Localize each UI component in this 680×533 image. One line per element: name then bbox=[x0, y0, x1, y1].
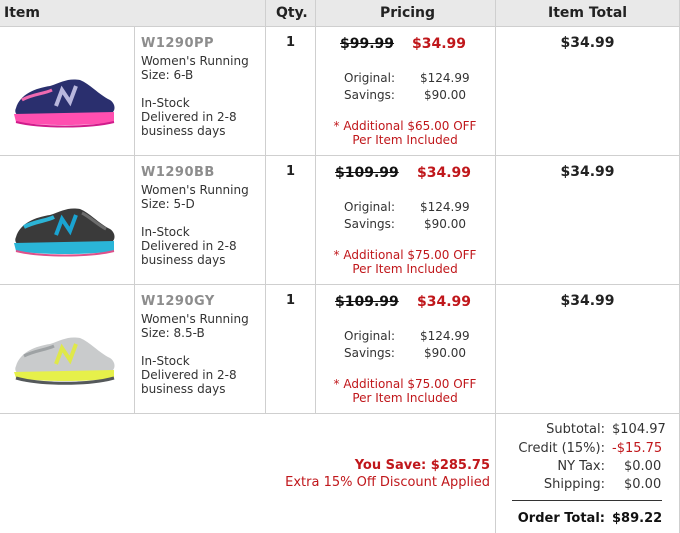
table-row: W1290GY Women's Running Size: 8.5-B In-S… bbox=[0, 285, 680, 413]
tax-label: NY Tax: bbox=[557, 459, 605, 474]
item-qty: 1 bbox=[286, 164, 296, 179]
old-price: $109.99 bbox=[335, 294, 399, 310]
item-delivery: Delivered in 2-8 bbox=[141, 110, 237, 124]
item-delivery-days: business days bbox=[141, 124, 226, 138]
item-stock-status: In-Stock bbox=[141, 354, 190, 368]
original-label: Original: bbox=[344, 200, 395, 214]
item-sku[interactable]: W1290PP bbox=[141, 36, 214, 51]
original-label: Original: bbox=[344, 329, 395, 343]
sale-price: $34.99 bbox=[417, 294, 472, 310]
item-delivery: Delivered in 2-8 bbox=[141, 239, 237, 253]
you-save-summary: You Save: $285.75 Extra 15% Off Discount… bbox=[0, 414, 495, 533]
original-label: Original: bbox=[344, 71, 395, 85]
per-item-note: Per Item Included bbox=[352, 133, 458, 147]
summary-divider bbox=[512, 500, 662, 501]
original-price: $124.99 bbox=[420, 71, 470, 85]
extra-discount-note: Extra 15% Off Discount Applied bbox=[285, 475, 490, 490]
shoe-image-grey-yellow[interactable] bbox=[10, 330, 120, 390]
header-item-total: Item Total bbox=[548, 5, 628, 21]
old-price: $99.99 bbox=[340, 36, 395, 52]
order-total-label: Order Total: bbox=[517, 511, 605, 526]
tax-value: $0.00 bbox=[624, 459, 662, 474]
item-description: Women's Running bbox=[141, 312, 249, 326]
shipping-label: Shipping: bbox=[543, 477, 605, 492]
you-save-amount: You Save: $285.75 bbox=[354, 458, 490, 473]
item-total: $34.99 bbox=[560, 293, 615, 309]
shipping-value: $0.00 bbox=[624, 477, 662, 492]
subtotal-label: Subtotal: bbox=[546, 422, 605, 437]
header-qty: Qty. bbox=[276, 5, 308, 21]
table-row: W1290PP Women's Running Size: 6-B In-Sto… bbox=[0, 27, 680, 155]
additional-discount-note: * Additional $65.00 OFF bbox=[333, 119, 477, 133]
item-delivery-days: business days bbox=[141, 382, 226, 396]
item-stock-status: In-Stock bbox=[141, 96, 190, 110]
item-delivery: Delivered in 2-8 bbox=[141, 368, 237, 382]
item-stock-status: In-Stock bbox=[141, 225, 190, 239]
per-item-note: Per Item Included bbox=[352, 391, 458, 405]
sale-price: $34.99 bbox=[412, 36, 467, 52]
item-size: Size: 8.5-B bbox=[141, 326, 205, 340]
item-delivery-days: business days bbox=[141, 253, 226, 267]
item-qty: 1 bbox=[286, 35, 296, 50]
table-row: W1290BB Women's Running Size: 5-D In-Sto… bbox=[0, 156, 680, 284]
item-size: Size: 6-B bbox=[141, 68, 194, 82]
header-pricing: Pricing bbox=[380, 5, 436, 21]
subtotal-value: $104.97 bbox=[612, 422, 666, 437]
item-total: $34.99 bbox=[560, 35, 615, 51]
item-description: Women's Running bbox=[141, 54, 249, 68]
credit-label: Credit (15%): bbox=[518, 441, 605, 456]
savings-label: Savings: bbox=[344, 346, 395, 360]
credit-value: -$15.75 bbox=[612, 441, 663, 456]
item-qty: 1 bbox=[286, 293, 296, 308]
savings-amount: $90.00 bbox=[424, 88, 466, 102]
order-summary: Subtotal: $104.97 Credit (15%): -$15.75 … bbox=[496, 414, 679, 533]
savings-amount: $90.00 bbox=[424, 217, 466, 231]
item-total: $34.99 bbox=[560, 164, 615, 180]
item-sku[interactable]: W1290BB bbox=[141, 165, 215, 180]
per-item-note: Per Item Included bbox=[352, 262, 458, 276]
original-price: $124.99 bbox=[420, 200, 470, 214]
shoe-image-black-blue[interactable] bbox=[10, 201, 120, 261]
additional-discount-note: * Additional $75.00 OFF bbox=[333, 377, 477, 391]
shoe-image-purple[interactable] bbox=[10, 72, 120, 132]
sale-price: $34.99 bbox=[417, 165, 472, 181]
table-header: Item Qty. Pricing Item Total bbox=[0, 0, 680, 26]
savings-label: Savings: bbox=[344, 217, 395, 231]
savings-amount: $90.00 bbox=[424, 346, 466, 360]
item-description: Women's Running bbox=[141, 183, 249, 197]
additional-discount-note: * Additional $75.00 OFF bbox=[333, 248, 477, 262]
item-sku[interactable]: W1290GY bbox=[141, 294, 215, 309]
item-size: Size: 5-D bbox=[141, 197, 195, 211]
old-price: $109.99 bbox=[335, 165, 399, 181]
savings-label: Savings: bbox=[344, 88, 395, 102]
header-item: Item bbox=[4, 5, 40, 21]
order-total-value: $89.22 bbox=[612, 511, 663, 526]
original-price: $124.99 bbox=[420, 329, 470, 343]
